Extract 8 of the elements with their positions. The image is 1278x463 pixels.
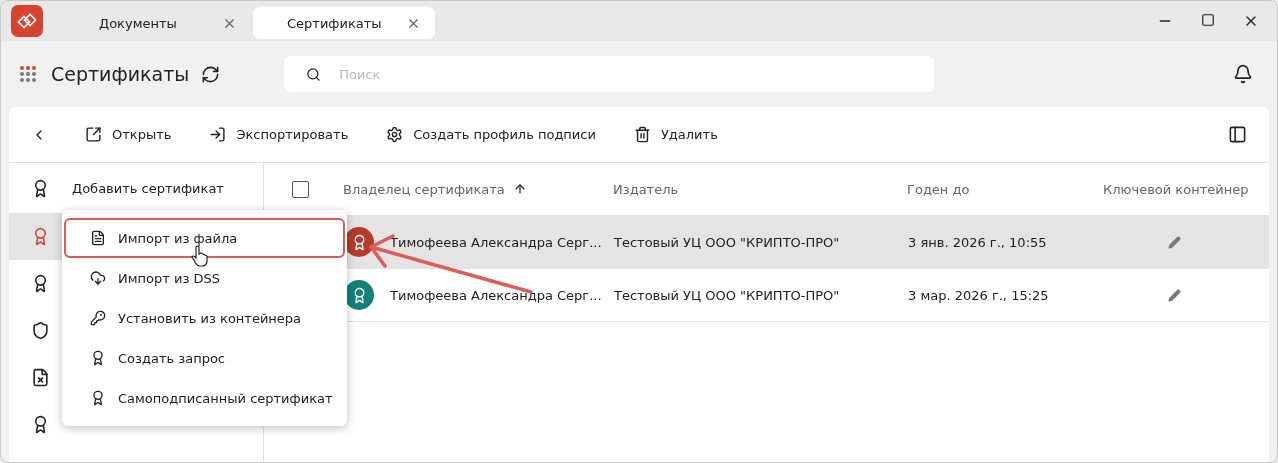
table-cell-text: Тестовый УЦ ООО "КРИПТО-ПРО" [614,234,841,250]
table-cell-text: Тимофеева Александра Серг... [390,234,603,250]
table-cell-text: 3 янв. 2026 г., 10:55 [908,234,1048,250]
table-cell-text: Тестовый УЦ ООО "КРИПТО-ПРО" [614,287,841,303]
table-cell-text: 3 мар. 2026 г., 15:25 [908,287,1050,303]
table-cell-text: Тимофеева Александра Серг... [390,287,603,303]
page-title: Сертификаты [51,63,190,85]
sidebar-label: Добавить сертификат [72,180,224,196]
